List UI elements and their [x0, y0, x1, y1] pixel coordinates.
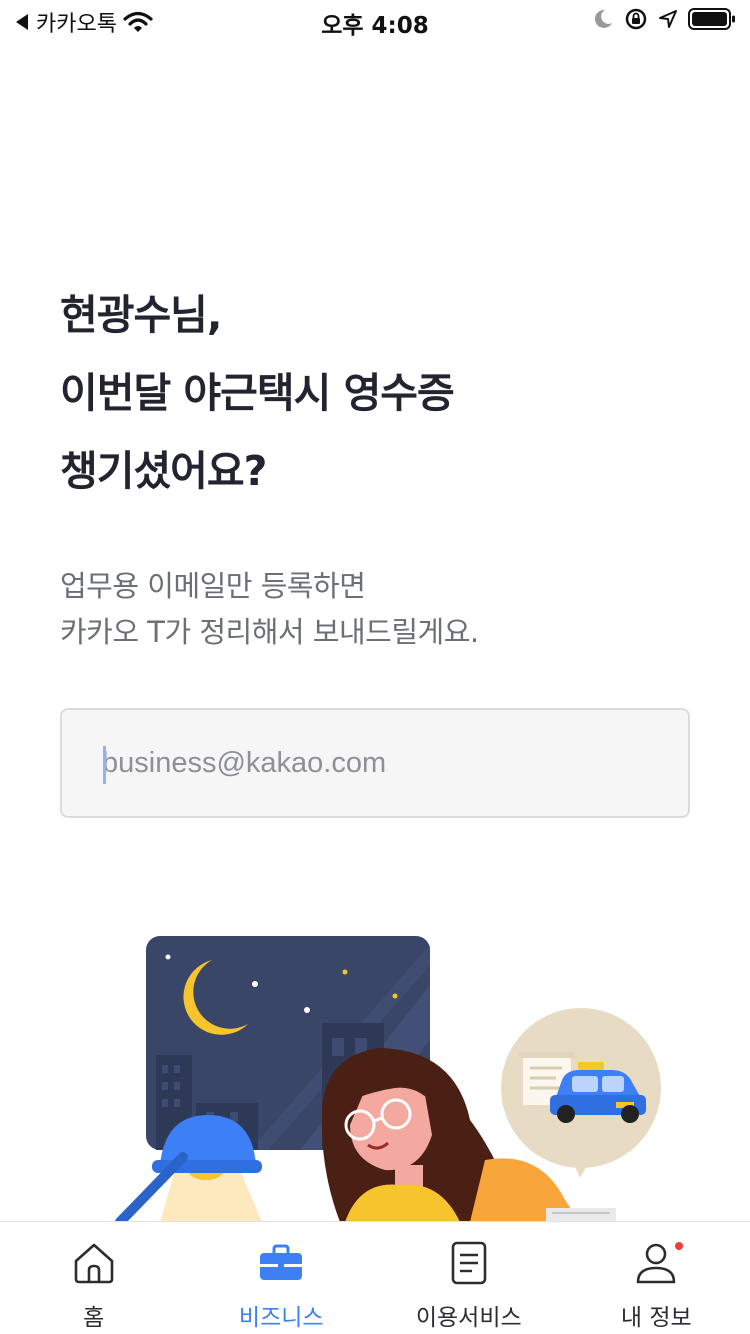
battery-icon	[688, 8, 735, 30]
headline-line-3: 챙기셨어요?	[60, 447, 267, 495]
tab-business[interactable]: 비즈니스	[188, 1222, 376, 1334]
night-taxi-illustration	[0, 920, 750, 1222]
text-caret	[103, 746, 106, 784]
rotation-lock-icon	[625, 8, 647, 30]
email-field-container[interactable]	[60, 708, 690, 818]
taxi-receipt-bubble	[501, 1008, 661, 1178]
tab-my-info-label: 내 정보	[620, 1305, 692, 1331]
headline: 현광수님, 이번달 야근택시 영수증 챙기셨어요?	[60, 276, 700, 510]
tab-services-label: 이용서비스	[415, 1305, 522, 1331]
tab-home-label: 홈	[83, 1305, 105, 1331]
description-line-1: 업무용 이메일만 등록하면	[60, 569, 366, 603]
illustration-art	[115, 936, 661, 1222]
moon-icon	[594, 9, 612, 28]
home-icon	[71, 1240, 117, 1286]
description: 업무용 이메일만 등록하면 카카오 T가 정리해서 보내드릴게요.	[60, 563, 700, 655]
headline-line-1: 현광수님,	[60, 291, 222, 339]
description-line-2: 카카오 T가 정리해서 보내드릴게요.	[60, 615, 479, 649]
tab-business-label: 비즈니스	[238, 1305, 324, 1331]
location-arrow-icon	[659, 10, 677, 28]
briefcase-icon	[258, 1240, 304, 1286]
person-icon	[633, 1240, 684, 1286]
tab-home[interactable]: 홈	[0, 1222, 188, 1334]
bottom-tab-bar: 홈 비즈니스 이용서비스 내 정보	[0, 1221, 750, 1334]
document-icon	[446, 1240, 492, 1286]
notification-badge	[675, 1242, 684, 1250]
headline-line-2: 이번달 야근택시 영수증	[60, 369, 455, 417]
tab-services[interactable]: 이용서비스	[375, 1222, 563, 1334]
email-field[interactable]	[102, 710, 662, 816]
status-bar: 카카오톡 오후 4:08	[0, 0, 750, 40]
tab-my-info[interactable]: 내 정보	[563, 1222, 750, 1334]
desk-lamp	[115, 1115, 262, 1222]
